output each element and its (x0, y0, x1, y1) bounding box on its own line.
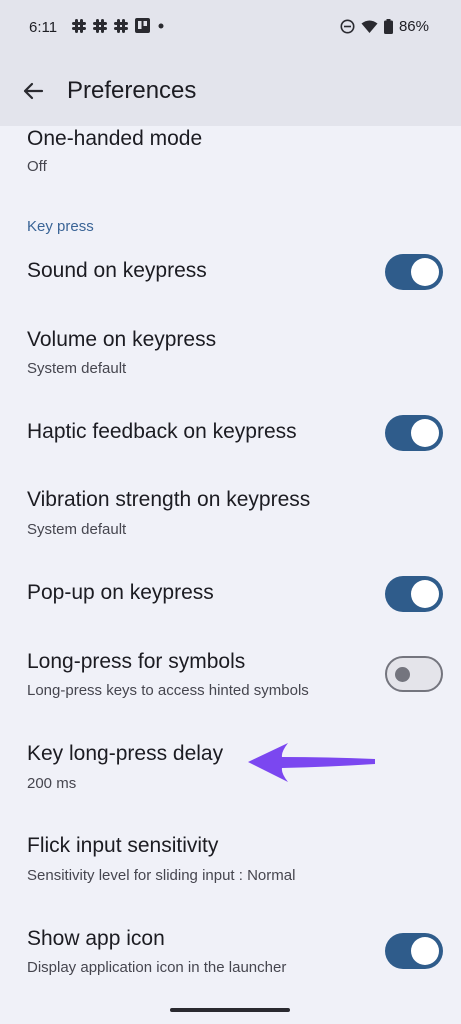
toggle-knob (411, 258, 439, 286)
long-press-symbols-toggle[interactable] (385, 656, 443, 692)
slack-icon (72, 18, 86, 33)
pref-subtitle: Sensitivity level for sliding input : No… (27, 867, 296, 884)
pref-subtitle: System default (27, 521, 127, 538)
pref-volume-on-keypress[interactable]: Volume on keypress System default (0, 316, 461, 388)
pref-title: Flick input sensitivity (27, 834, 219, 857)
status-bar: 6:11 86% (0, 0, 461, 56)
pref-title: Haptic feedback on keypress (27, 420, 297, 443)
notification-icons (72, 18, 165, 33)
slack-icon (114, 18, 128, 33)
pref-sound-on-keypress[interactable]: Sound on keypress (0, 240, 461, 306)
annotation-arrow-icon (248, 743, 375, 782)
slack-icon (93, 18, 107, 33)
pref-title: Long-press for symbols (27, 650, 246, 673)
pref-title: Key long-press delay (27, 742, 224, 765)
pref-subtitle: Display application icon in the launcher (27, 959, 287, 976)
toggle-knob (395, 667, 410, 682)
toggle-knob (411, 937, 439, 965)
pref-subtitle: Long-press keys to access hinted symbols (27, 682, 309, 699)
pref-title: Show app icon (27, 927, 165, 950)
pref-subtitle: Off (27, 158, 47, 175)
dot-icon (158, 23, 164, 28)
status-time: 6:11 (29, 19, 58, 36)
pref-title: Sound on keypress (27, 259, 207, 282)
back-button[interactable] (18, 76, 48, 106)
toggle-knob (411, 419, 439, 447)
toggle-knob (411, 580, 439, 608)
pref-flick-input-sensitivity[interactable]: Flick input sensitivity Sensitivity leve… (0, 826, 461, 898)
pref-title: Pop-up on keypress (27, 581, 214, 604)
pref-long-press-symbols[interactable]: Long-press for symbols Long-press keys t… (0, 638, 461, 714)
section-header-key-press: Key press (27, 218, 94, 235)
battery-icon (383, 19, 393, 34)
pref-one-handed-mode[interactable]: One-handed mode Off (0, 126, 461, 198)
pref-haptic-feedback[interactable]: Haptic feedback on keypress (0, 400, 461, 466)
haptic-toggle[interactable] (385, 415, 443, 451)
pref-title: One-handed mode (27, 127, 203, 150)
pref-show-app-icon[interactable]: Show app icon Display application icon i… (0, 918, 461, 990)
popup-toggle[interactable] (385, 576, 443, 612)
pref-title: Vibration strength on keypress (27, 488, 311, 511)
sound-toggle[interactable] (385, 254, 443, 290)
pref-subtitle: System default (27, 360, 127, 377)
trello-icon (135, 18, 150, 33)
page-title: Preferences (67, 77, 197, 104)
pref-key-long-press-delay[interactable]: Key long-press delay 200 ms (0, 730, 461, 802)
gesture-nav-handle[interactable] (170, 1008, 290, 1012)
pref-title: Volume on keypress (27, 328, 217, 351)
system-status-icons: 86% (340, 18, 429, 35)
wifi-icon (361, 20, 378, 33)
app-bar: Preferences (0, 56, 461, 126)
do-not-disturb-icon (340, 19, 355, 34)
pref-popup-on-keypress[interactable]: Pop-up on keypress (0, 562, 461, 628)
pref-subtitle: 200 ms (27, 775, 77, 792)
arrow-back-icon (23, 82, 44, 100)
pref-vibration-strength[interactable]: Vibration strength on keypress System de… (0, 478, 461, 550)
battery-percent: 86% (398, 18, 429, 35)
show-app-icon-toggle[interactable] (385, 933, 443, 969)
